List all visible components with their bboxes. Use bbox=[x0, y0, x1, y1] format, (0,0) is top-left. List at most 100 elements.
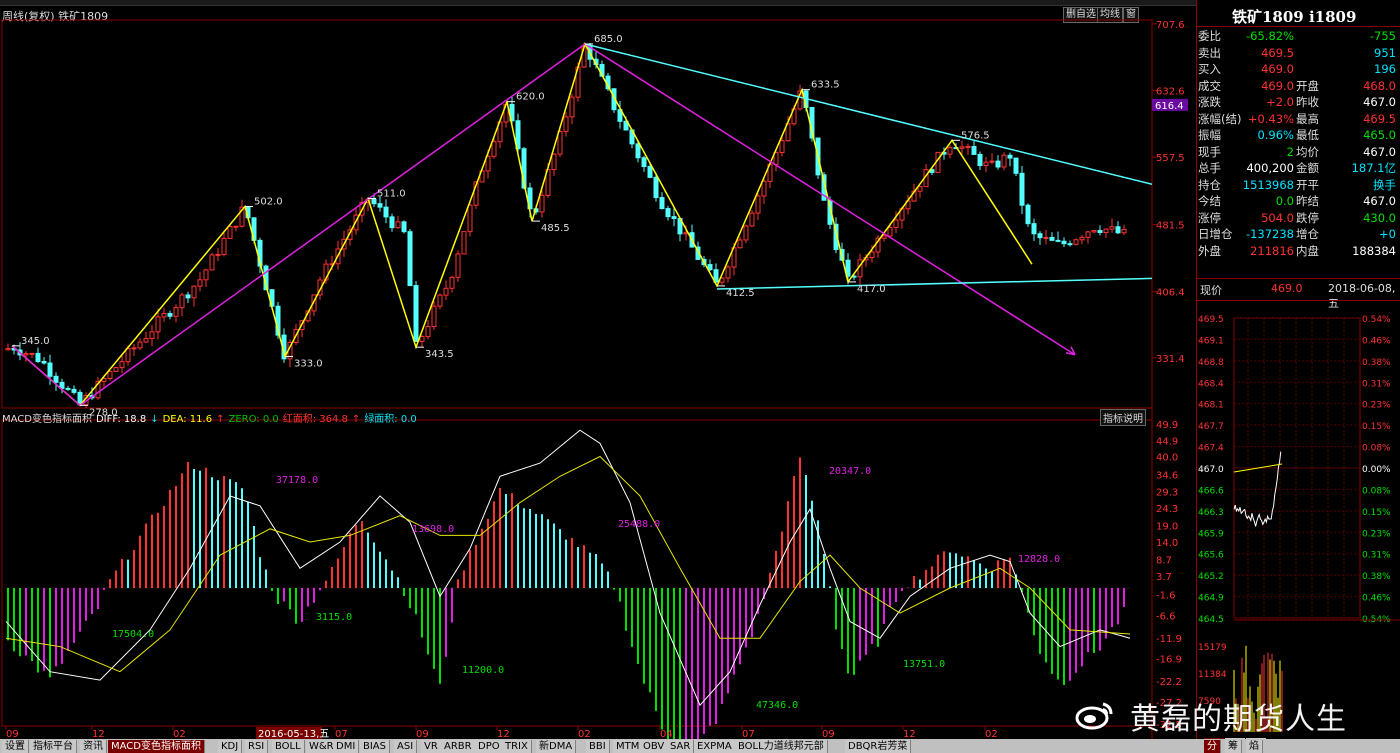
mini-pct-tick: 0.08% bbox=[1362, 444, 1391, 454]
intraday-mini-chart[interactable]: 469.5 0.54% 469.1 0.46% 468.8 0.38% 468.4 0.31%… bbox=[1196, 312, 1400, 739]
mini-price-tick: 467.0 bbox=[1198, 465, 1224, 475]
candle-body bbox=[467, 204, 473, 233]
candle-body bbox=[893, 219, 899, 228]
indicator-tab[interactable]: 资讯 bbox=[80, 740, 107, 753]
candle-body bbox=[995, 160, 1001, 168]
mini-volume-tick: 11384 bbox=[1198, 670, 1227, 680]
price-axis-tick: 707.6 bbox=[1156, 20, 1185, 31]
indicator-tab[interactable]: VR bbox=[421, 740, 442, 753]
candle-body bbox=[569, 96, 575, 118]
candle-body bbox=[707, 264, 713, 271]
candle-body bbox=[71, 388, 77, 393]
quote-tab-1[interactable]: 筹 bbox=[1225, 740, 1242, 753]
swing-point-label: 633.5 bbox=[811, 80, 840, 91]
mini-price-tick: 465.6 bbox=[1198, 551, 1224, 561]
macd-area-label: 13751.0 bbox=[903, 659, 945, 670]
quote-label: 跌停 bbox=[1296, 210, 1319, 225]
quote-row: 卖出 469.5 951 bbox=[1196, 45, 1400, 62]
quote-value: +2.0 bbox=[1266, 95, 1294, 109]
indicator-tab[interactable]: BOLL bbox=[272, 740, 305, 753]
indicator-tab[interactable]: EXPMA bbox=[694, 740, 736, 753]
quote-row: 涨幅(结) +0.43% 最高 469.5 bbox=[1196, 111, 1400, 128]
swing-point-label: 417.0 bbox=[857, 284, 886, 295]
candle-body bbox=[137, 341, 143, 349]
indicator-tab[interactable]: DBQR岩芳菜 bbox=[845, 740, 912, 753]
candle-body bbox=[779, 140, 785, 154]
magenta-trend-line bbox=[11, 345, 81, 406]
quote-label: 金额 bbox=[1296, 161, 1319, 175]
mini-pct-tick: 0.46% bbox=[1362, 336, 1391, 346]
indicator-tab[interactable]: OBV bbox=[640, 740, 669, 753]
candle-body bbox=[443, 287, 449, 296]
indicator-tab[interactable]: RSI bbox=[245, 740, 269, 753]
candle-body bbox=[917, 186, 923, 192]
indicator-tab[interactable]: ASI bbox=[394, 740, 418, 753]
indicator-tab[interactable]: 新DMA bbox=[536, 740, 577, 753]
indicator-tab[interactable]: ARBR bbox=[441, 740, 476, 753]
candle-body bbox=[215, 253, 221, 256]
indicator-tab[interactable]: MTM bbox=[613, 740, 644, 753]
quote-value: 468.0 bbox=[1363, 78, 1396, 93]
quote-value: 1513968 bbox=[1242, 177, 1294, 192]
price-axis-tick: 481.5 bbox=[1156, 221, 1185, 232]
macd-axis-tick: 34.6 bbox=[1156, 470, 1178, 481]
quote-tab-2[interactable]: 焰 bbox=[1246, 740, 1263, 753]
quote-label: 昨收 bbox=[1296, 95, 1319, 109]
candle-body bbox=[947, 147, 953, 155]
swing-point-label: 576.5 bbox=[961, 130, 990, 141]
candle-body bbox=[5, 348, 11, 351]
quote-row: 涨跌 +2.0 昨收 467.0 bbox=[1196, 94, 1400, 111]
mini-price-tick: 465.2 bbox=[1198, 572, 1224, 582]
cyan-resistance-line bbox=[584, 43, 1153, 185]
mini-pct-tick: 0.31% bbox=[1362, 551, 1391, 561]
indicator-tab[interactable]: TRIX bbox=[502, 740, 532, 753]
mini-price-tick: 468.4 bbox=[1198, 379, 1224, 389]
indicator-tab[interactable]: BBI bbox=[586, 740, 610, 753]
indicator-tab[interactable]: BOLL力道线邦元部 bbox=[735, 740, 828, 753]
quote-value: 187.1亿 bbox=[1351, 161, 1396, 175]
candle-body bbox=[1055, 239, 1061, 242]
quote-value: 2 bbox=[1286, 144, 1294, 159]
macd-axis-tick: 8.7 bbox=[1156, 555, 1172, 566]
quote-value: 400,200 bbox=[1246, 161, 1294, 175]
candle-body bbox=[491, 141, 497, 157]
candle-body bbox=[149, 331, 155, 339]
indicator-tab[interactable]: DMI bbox=[333, 740, 360, 753]
candle-body bbox=[971, 145, 977, 155]
indicator-tab[interactable]: KDJ bbox=[218, 740, 243, 753]
quote-value: 469.0 bbox=[1261, 78, 1294, 93]
quote-label: 涨停 bbox=[1198, 210, 1221, 225]
candle-body bbox=[197, 279, 203, 287]
quote-label: 总手 bbox=[1198, 161, 1221, 175]
candle-body bbox=[209, 254, 215, 271]
indicator-tab[interactable]: BIAS bbox=[360, 740, 390, 753]
candle-body bbox=[1025, 204, 1031, 225]
candle-body bbox=[1085, 231, 1091, 238]
candle-body bbox=[647, 166, 653, 178]
mini-volume-tick: 15179 bbox=[1198, 643, 1227, 653]
quote-value: 467.0 bbox=[1363, 194, 1396, 208]
indicator-tab[interactable]: DPO bbox=[475, 740, 504, 753]
candle-body bbox=[1115, 226, 1121, 234]
candlestick-chart[interactable]: 345.0278.0502.0333.0511.0343.5620.0485.5… bbox=[0, 5, 1195, 745]
quote-tab-0[interactable]: 分 bbox=[1204, 740, 1221, 753]
macd-axis-tick: 3.7 bbox=[1156, 572, 1172, 583]
indicator-tab[interactable]: 设置 bbox=[2, 740, 29, 753]
candle-body bbox=[977, 153, 983, 167]
indicator-tab[interactable]: SAR bbox=[667, 740, 695, 753]
candle-body bbox=[749, 212, 755, 227]
indicator-help-button[interactable]: 指标说明 bbox=[1100, 409, 1146, 426]
candle-body bbox=[959, 146, 965, 149]
quote-label: 振幅 bbox=[1198, 128, 1221, 142]
quote-row: 今结 0.0 昨结 467.0 bbox=[1196, 193, 1400, 210]
macd-axis-tick: 40.0 bbox=[1156, 453, 1178, 464]
quote-label: 增仓 bbox=[1296, 227, 1319, 241]
candle-body bbox=[455, 253, 461, 278]
candle-body bbox=[173, 307, 179, 317]
quote-label: 涨幅(结) bbox=[1198, 111, 1242, 126]
indicator-tab[interactable]: MACD变色指标面积 bbox=[108, 740, 205, 753]
indicator-tab[interactable]: 指标平台 bbox=[30, 740, 77, 753]
candle-body bbox=[125, 348, 131, 363]
quote-value: +0.43% bbox=[1247, 111, 1294, 126]
swing-point-label: 620.0 bbox=[516, 92, 545, 103]
